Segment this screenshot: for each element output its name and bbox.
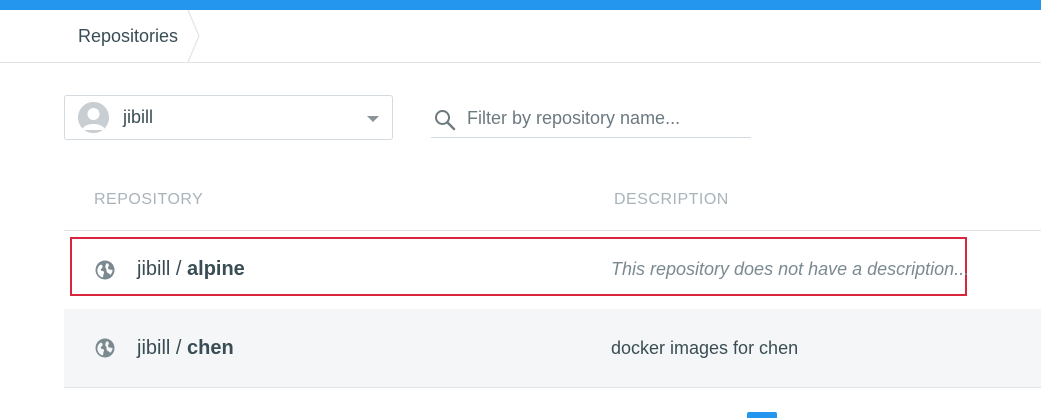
- column-header-repository[interactable]: REPOSITORY: [94, 170, 203, 230]
- repository-separator: /: [170, 337, 188, 359]
- search-icon: [435, 110, 456, 131]
- repository-description: This repository does not have a descript…: [611, 259, 970, 279]
- globe-icon: [95, 260, 115, 280]
- search-input[interactable]: [467, 100, 749, 136]
- repository-name-label: chen: [187, 337, 234, 359]
- namespace-select[interactable]: jibill: [64, 95, 393, 140]
- repository-name[interactable]: jibill / chen: [137, 309, 234, 387]
- repository-namespace: jibill: [137, 337, 171, 359]
- repository-name[interactable]: jibill / alpine: [137, 230, 245, 308]
- repository-namespace: jibill: [137, 258, 171, 280]
- globe-icon: [95, 338, 115, 358]
- breadcrumb: Repositories: [0, 10, 1041, 63]
- top-accent-bar: [0, 0, 1041, 10]
- chevron-down-icon: [367, 116, 379, 122]
- namespace-select-value: jibill: [123, 107, 154, 127]
- table-row[interactable]: jibill / chen docker images for chen: [64, 309, 1041, 388]
- repository-separator: /: [170, 258, 188, 280]
- breadcrumb-separator-icon: [187, 10, 200, 62]
- repository-filter: [431, 100, 751, 138]
- pagination-button[interactable]: [747, 412, 777, 418]
- table-row[interactable]: jibill / alpine This repository does not…: [64, 231, 1041, 310]
- column-header-description: DESCRIPTION: [614, 191, 729, 208]
- avatar: [78, 102, 109, 133]
- user-avatar-icon: [78, 102, 109, 133]
- breadcrumb-item-repositories[interactable]: Repositories: [78, 10, 178, 62]
- repository-description: docker images for chen: [611, 338, 799, 358]
- table-header: REPOSITORY DESCRIPTION: [64, 170, 1041, 231]
- repository-name-label: alpine: [187, 258, 245, 280]
